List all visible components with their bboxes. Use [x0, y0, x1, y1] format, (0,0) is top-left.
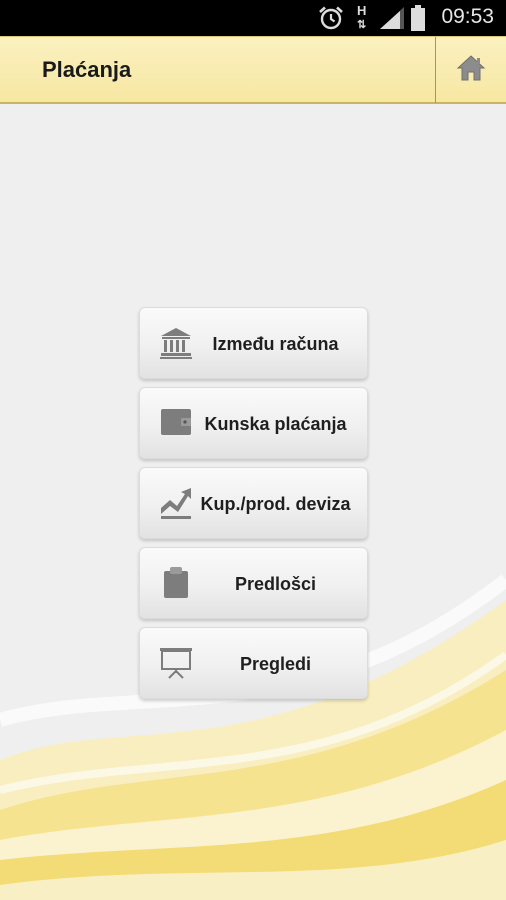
menu-item-templates[interactable]: Predlošci	[139, 547, 368, 619]
alarm-icon	[318, 6, 344, 35]
menu-item-label: Kup./prod. deviza	[200, 494, 351, 514]
menu-item-label: Pregledi	[239, 654, 312, 674]
status-bar: H ⇅ 09:53	[0, 0, 506, 36]
wallet-icon	[159, 406, 193, 440]
chart-trend-icon	[159, 486, 193, 520]
home-icon	[456, 54, 486, 87]
page-title: Plaćanja	[42, 57, 132, 82]
clipboard-icon	[159, 566, 193, 600]
menu-item-label: Predlošci	[234, 574, 317, 594]
payments-menu: Između računa Kunska plaćanja Kup./prod.…	[139, 307, 368, 707]
menu-item-currency-exchange[interactable]: Kup./prod. deviza	[139, 467, 368, 539]
app-header: Plaćanja	[0, 36, 506, 104]
network-h-icon: H ⇅	[357, 3, 367, 31]
battery-icon	[410, 5, 426, 36]
menu-item-kuna-payments[interactable]: Kunska plaćanja	[139, 387, 368, 459]
menu-item-label: Između računa	[212, 334, 339, 354]
menu-item-between-accounts[interactable]: Između računa	[139, 307, 368, 379]
menu-item-reviews[interactable]: Pregledi	[139, 627, 368, 699]
status-time: 09:53	[441, 5, 494, 28]
home-button[interactable]	[436, 37, 506, 103]
menu-item-label: Kunska plaćanja	[204, 414, 347, 434]
bank-icon	[159, 326, 193, 360]
signal-icon	[380, 7, 404, 34]
presentation-icon	[159, 646, 193, 680]
